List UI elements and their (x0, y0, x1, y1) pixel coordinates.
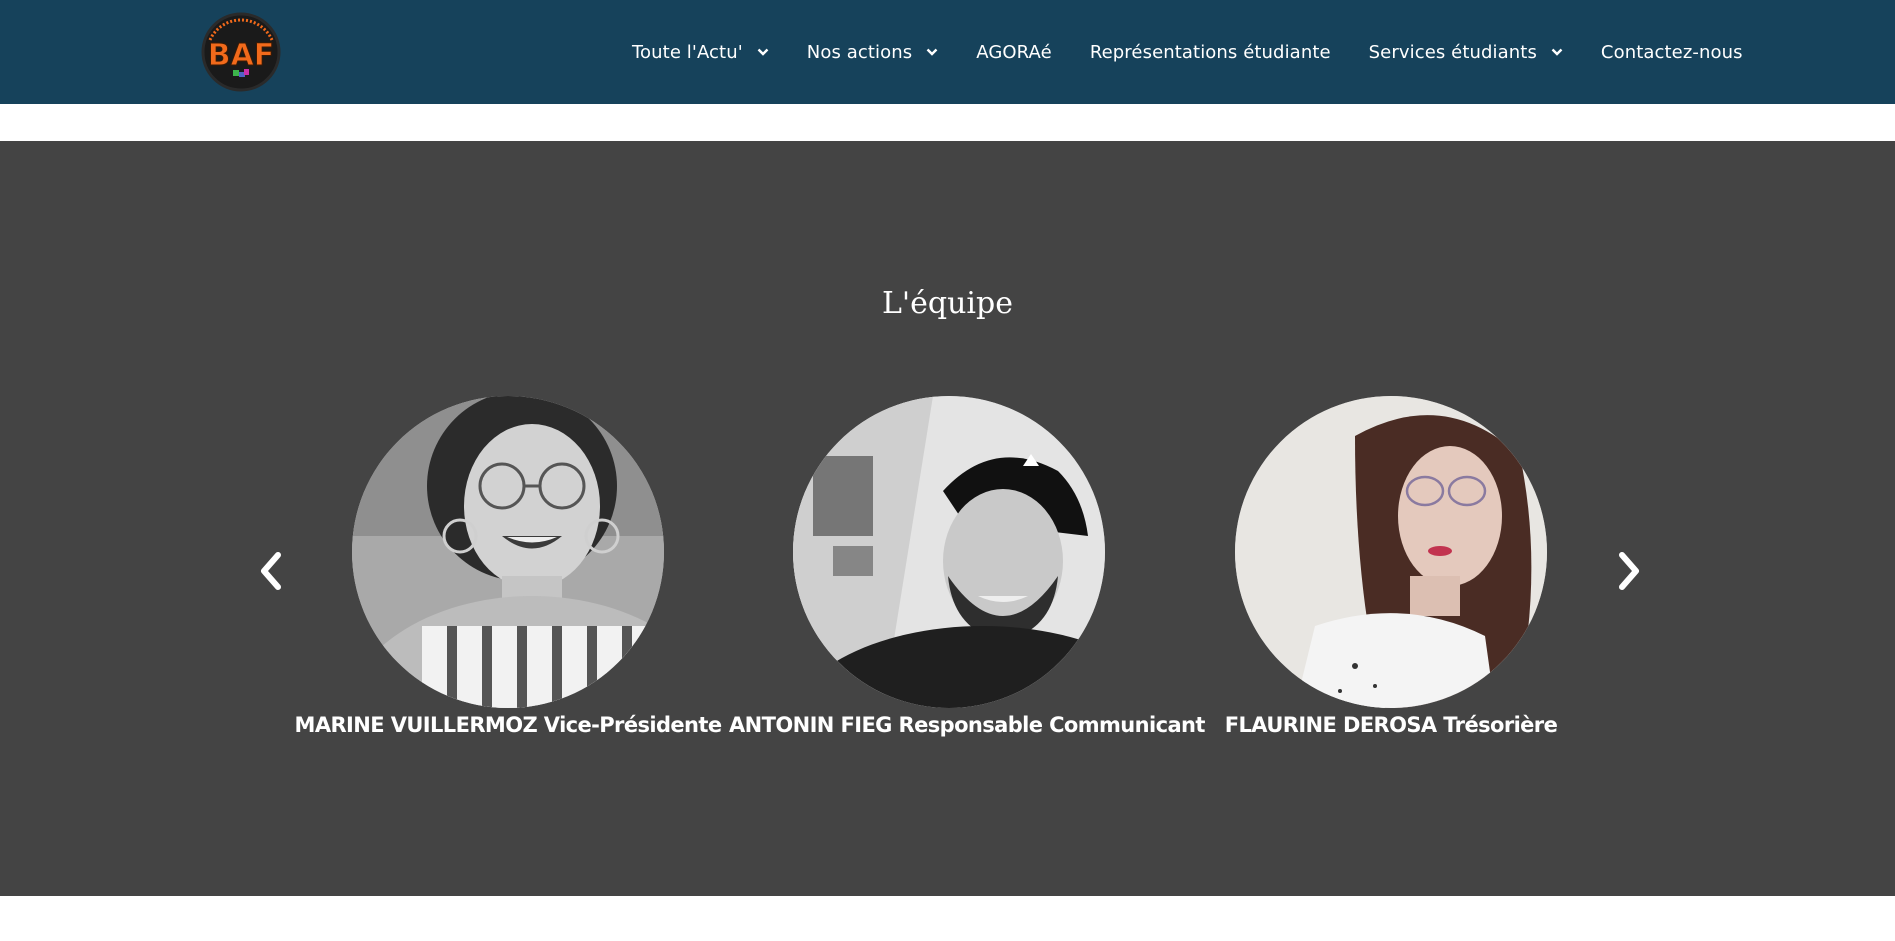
site-header: BAF Toute l'Actu' Nos actions AGORAé Rep… (0, 0, 1895, 104)
carousel-next-button[interactable] (1612, 547, 1646, 595)
nav-item-label: Services étudiants (1368, 41, 1537, 63)
nav-item-services-etudiants[interactable]: Services étudiants (1369, 32, 1563, 72)
nav-item-contact[interactable]: Contactez-nous (1601, 32, 1743, 72)
nav-item-label: AGORAé (976, 41, 1052, 63)
nav-item-agorae[interactable]: AGORAé (976, 32, 1052, 72)
nav-item-label: Toute l'Actu' (632, 41, 743, 63)
nav-item-label: Nos actions (806, 41, 913, 63)
header-spacer (0, 104, 1895, 141)
chevron-down-icon (926, 48, 938, 56)
avatar-photo-woman-side (1235, 396, 1547, 708)
page-footer-spacer (0, 896, 1895, 941)
chevron-left-icon (261, 552, 281, 590)
main-navigation: Toute l'Actu' Nos actions AGORAé Représe… (632, 0, 1895, 104)
chevron-right-icon (1619, 552, 1639, 590)
team-member-card: MARINE VUILLERMOZ Vice-Présidente (288, 396, 728, 737)
chevron-down-icon (757, 48, 769, 56)
avatar-photo-man-cap (793, 396, 1105, 708)
avatar (352, 396, 664, 708)
avatar-photo-woman-glasses (352, 396, 664, 708)
chevron-down-icon (1551, 48, 1563, 56)
avatar (1235, 396, 1547, 708)
nav-item-nos-actions[interactable]: Nos actions (807, 32, 938, 72)
svg-text:BAF: BAF (208, 38, 275, 73)
baf-logo[interactable]: BAF (198, 10, 284, 94)
nav-item-toute-actu[interactable]: Toute l'Actu' (632, 32, 769, 72)
team-member-card: FLAURINE DEROSA Trésorière (1171, 396, 1611, 737)
team-title: L'équipe (881, 286, 1013, 321)
nav-item-label: Contactez-nous (1600, 41, 1743, 63)
team-member-card: ANTONIN FIEG Responsable Communicant (729, 396, 1205, 737)
nav-item-representations[interactable]: Représentations étudiante (1090, 32, 1331, 72)
avatar (793, 396, 1105, 708)
member-name: MARINE VUILLERMOZ Vice-Présidente (294, 713, 723, 737)
member-name: ANTONIN FIEG Responsable Communicant (729, 713, 1205, 737)
team-section: L'équipe MARINE VUILLERMOZ Vice-Présiden… (0, 141, 1895, 896)
nav-item-label: Représentations étudiante (1089, 41, 1331, 63)
carousel-prev-button[interactable] (254, 547, 288, 595)
member-name: FLAURINE DEROSA Trésorière (1224, 713, 1558, 737)
